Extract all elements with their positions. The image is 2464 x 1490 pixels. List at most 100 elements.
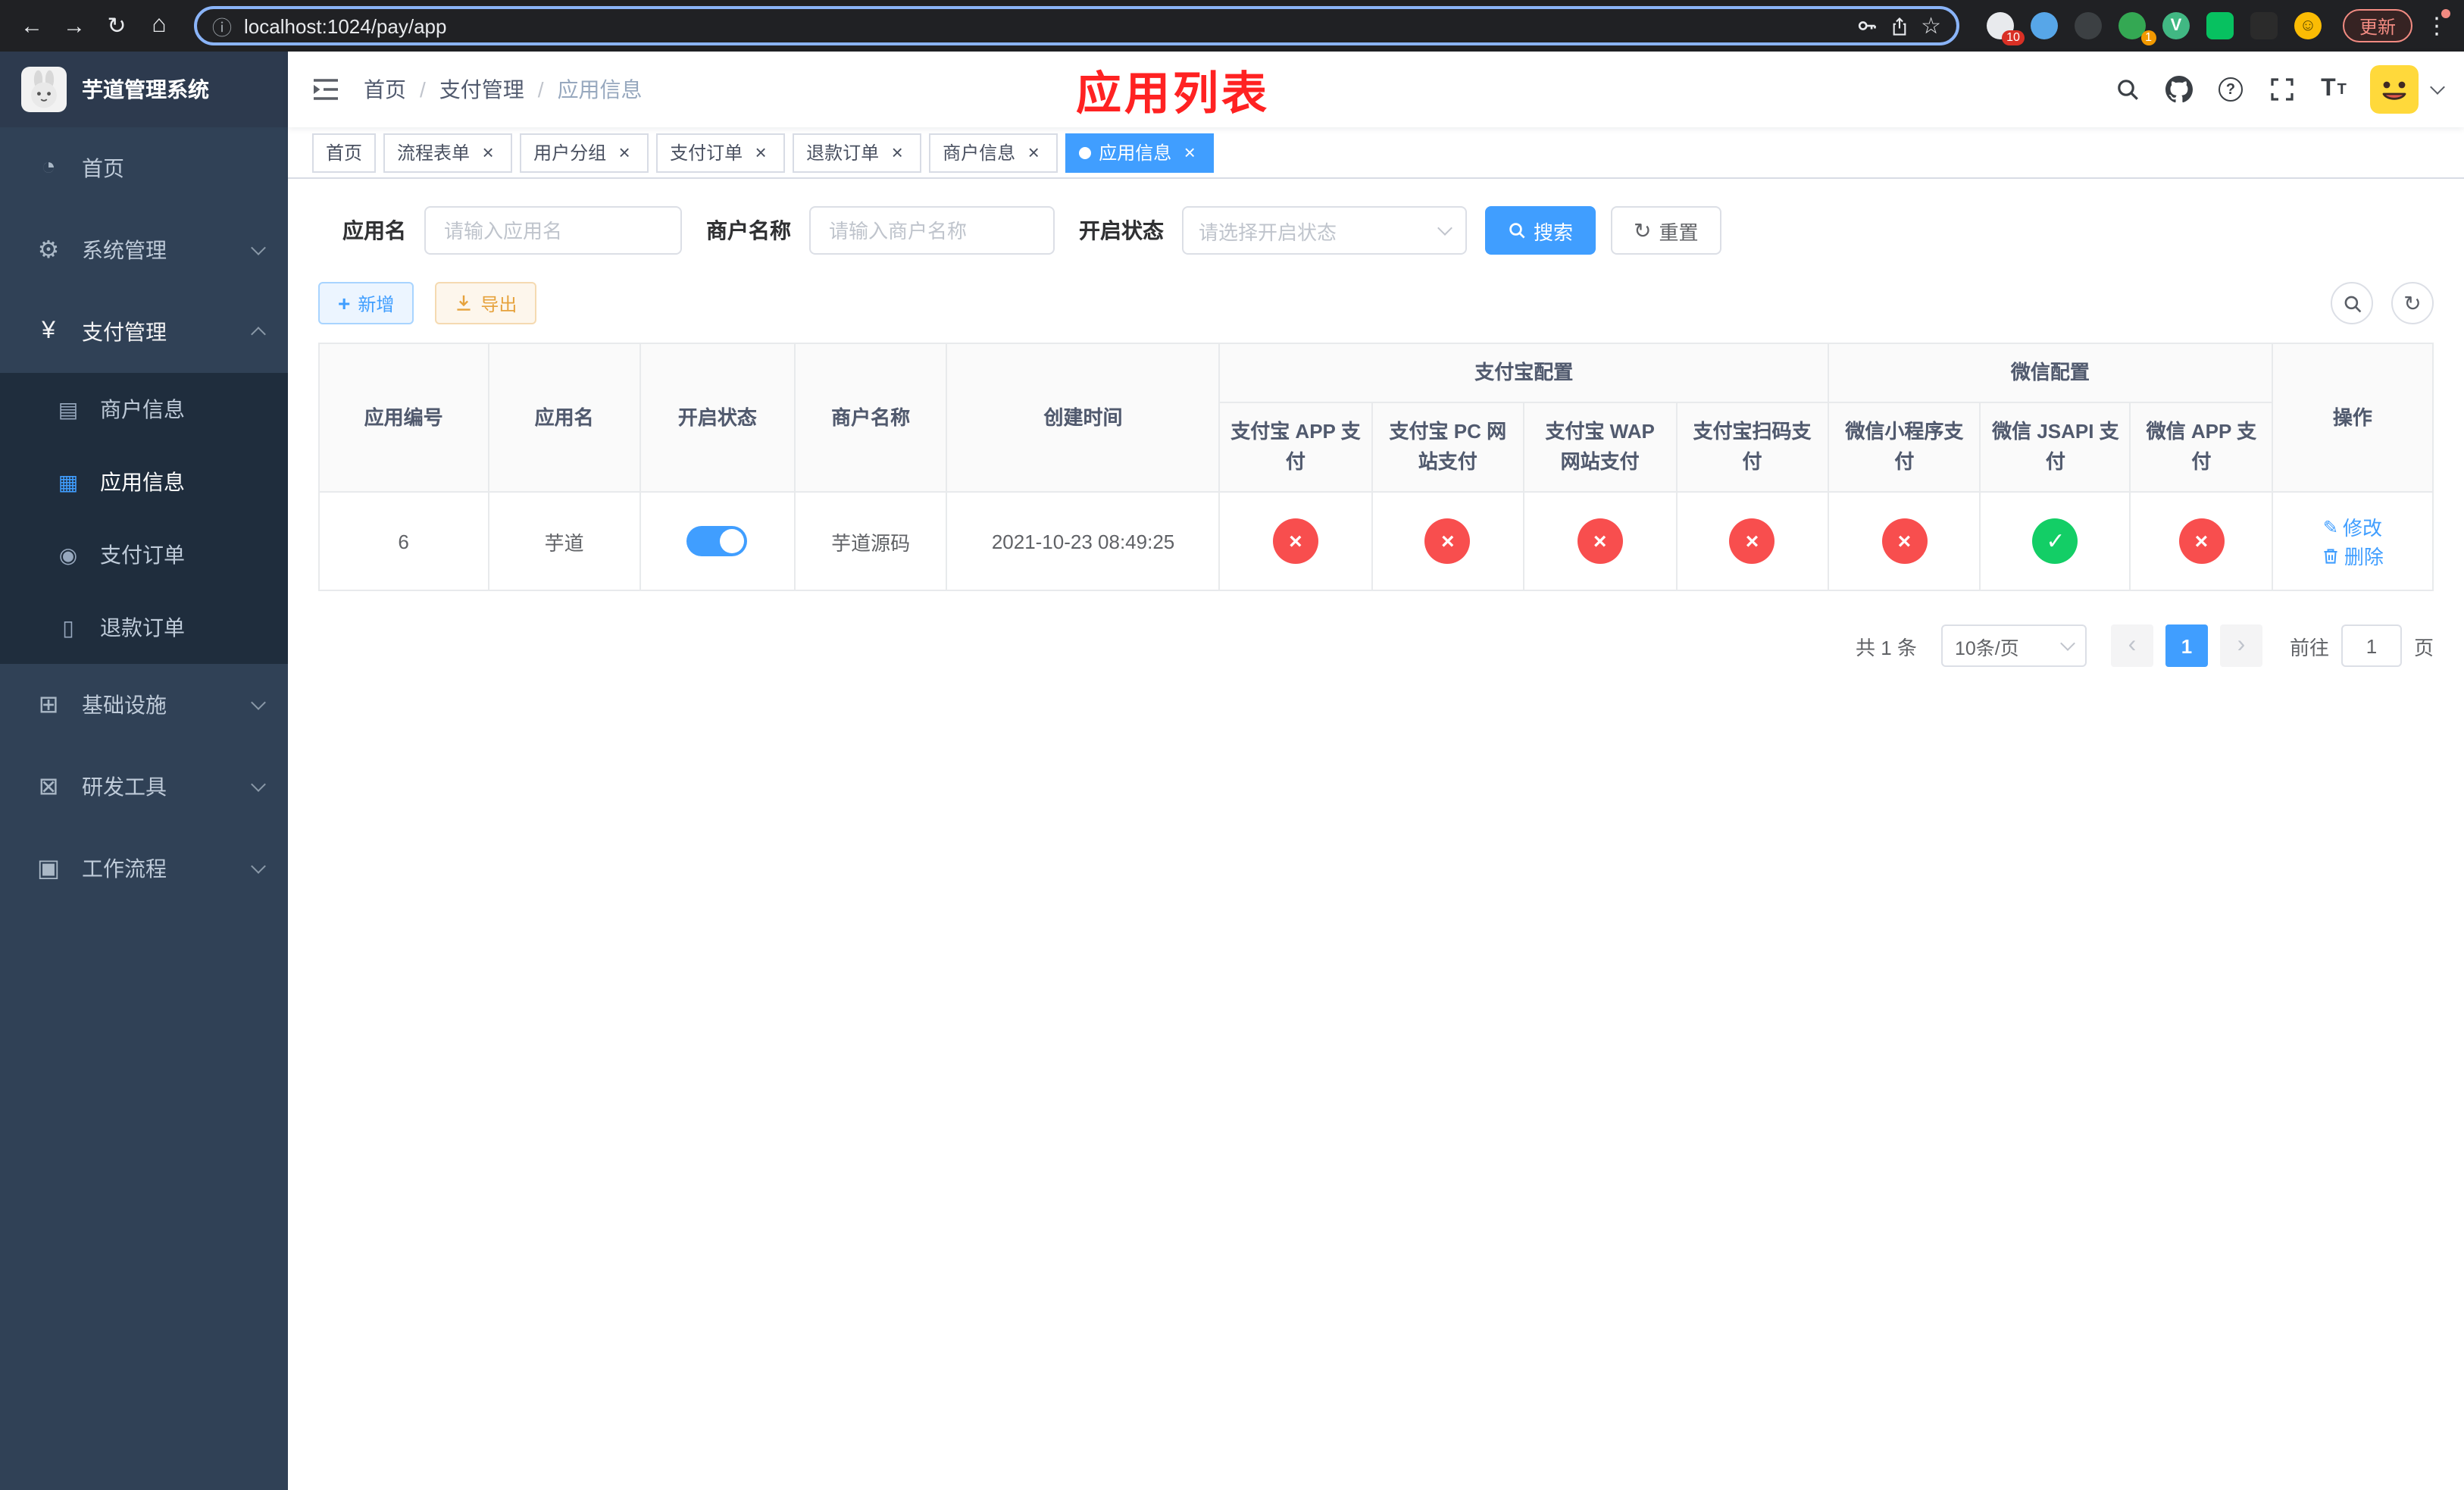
page-1-button[interactable]: 1 bbox=[2165, 624, 2208, 668]
close-icon[interactable] bbox=[886, 142, 908, 163]
tab-支付订单[interactable]: 支付订单 bbox=[656, 133, 786, 172]
tab-label: 支付订单 bbox=[670, 142, 743, 164]
user-avatar[interactable] bbox=[2370, 65, 2419, 114]
apps-table: 应用编号 应用名 开启状态 商户名称 创建时间 支付宝配置 微信配置 操作 支付宝 APP 支付… bbox=[318, 342, 2434, 592]
page-content: 应用名 商户名称 开启状态 请选择开启状态 搜索 重置 bbox=[288, 179, 2464, 1490]
page-size-select[interactable]: 10条/页 bbox=[1940, 624, 2087, 668]
tab-label: 应用信息 bbox=[1099, 142, 1172, 164]
toggle-search-button[interactable] bbox=[2331, 282, 2373, 324]
app-root: 芋道管理系统 ◔ 首页 ⚙ 系统管理 ¥ 支付管理 ▤ 商户信息 ▦ 应用信息 ◉ 支付订单 ▯ 退款订单… bbox=[0, 52, 2464, 1490]
breadcrumb-item: 应用信息 bbox=[557, 77, 643, 102]
export-button[interactable]: 导出 bbox=[435, 282, 537, 324]
tab-用户分组[interactable]: 用户分组 bbox=[520, 133, 649, 172]
group-header: 微信配置 bbox=[1828, 342, 2273, 404]
x-circle-icon bbox=[1881, 518, 1928, 565]
tab-首页[interactable]: 首页 bbox=[312, 133, 377, 172]
extension-badge: 10 bbox=[2002, 30, 2025, 45]
table-toolbar: 新增 导出 bbox=[318, 282, 2434, 324]
sidebar-menu: ◔ 首页 ⚙ 系统管理 ¥ 支付管理 ▤ 商户信息 ▦ 应用信息 ◉ 支付订单 ▯ 退款订单 ⊞ 基础设施 ⊠ 研… bbox=[0, 127, 288, 1490]
sidebar-item-商户信息[interactable]: ▤ 商户信息 bbox=[0, 373, 288, 446]
close-icon[interactable] bbox=[1179, 142, 1200, 163]
extension-icon[interactable]: 1 bbox=[2118, 12, 2156, 45]
browser-menu-icon[interactable] bbox=[2422, 9, 2452, 39]
x-circle-icon bbox=[1729, 518, 1775, 565]
browser-home-button[interactable] bbox=[139, 6, 179, 45]
password-key-icon[interactable] bbox=[1856, 15, 1877, 36]
help-icon[interactable] bbox=[2206, 65, 2255, 114]
prev-page-button[interactable] bbox=[2110, 624, 2153, 668]
goto-page-input[interactable] bbox=[2340, 624, 2402, 668]
sidebar-item-基础设施[interactable]: ⊞ 基础设施 bbox=[0, 664, 288, 746]
config-status-cell bbox=[2129, 491, 2273, 592]
delete-button-label: 删除 bbox=[2344, 546, 2384, 569]
table-toolbar-right bbox=[2331, 282, 2434, 324]
toggle-knob bbox=[720, 529, 745, 554]
browser-forward-button[interactable] bbox=[55, 6, 94, 45]
sidebar-item-首页[interactable]: ◔ 首页 bbox=[0, 127, 288, 209]
tab-商户信息[interactable]: 商户信息 bbox=[929, 133, 1058, 172]
refresh-table-button[interactable] bbox=[2391, 282, 2434, 324]
sidebar-item-退款订单[interactable]: ▯ 退款订单 bbox=[0, 591, 288, 664]
extension-icon[interactable]: 10 bbox=[1986, 12, 2025, 45]
tab-退款订单[interactable]: 退款订单 bbox=[793, 133, 922, 172]
sidebar-item-研发工具[interactable]: ⊠ 研发工具 bbox=[0, 746, 288, 828]
close-icon[interactable] bbox=[477, 142, 499, 163]
sidebar-item-支付管理[interactable]: ¥ 支付管理 bbox=[0, 291, 288, 373]
github-icon[interactable] bbox=[2155, 65, 2203, 114]
column-header: 支付宝扫码支付 bbox=[1675, 402, 1830, 493]
app-logo[interactable]: 芋道管理系统 bbox=[0, 52, 288, 127]
add-button-label: 新增 bbox=[358, 293, 395, 315]
breadcrumb-item[interactable]: 支付管理 bbox=[439, 74, 524, 105]
merchant-name-input[interactable] bbox=[809, 206, 1055, 255]
column-header: 操作 bbox=[2271, 342, 2434, 493]
sidebar-item-系统管理[interactable]: ⚙ 系统管理 bbox=[0, 209, 288, 291]
tab-label: 首页 bbox=[326, 142, 363, 164]
extension-icon[interactable] bbox=[2074, 12, 2102, 39]
tab-流程表单[interactable]: 流程表单 bbox=[383, 133, 513, 172]
site-info-icon[interactable] bbox=[212, 11, 232, 40]
close-icon[interactable] bbox=[750, 142, 771, 163]
browser-back-button[interactable] bbox=[12, 6, 52, 45]
url-text[interactable]: localhost:1024/pay/app bbox=[244, 14, 1843, 37]
status-select[interactable]: 请选择开启状态 bbox=[1182, 206, 1467, 255]
bookmark-star-icon[interactable] bbox=[1921, 12, 1941, 39]
reset-button[interactable]: 重置 bbox=[1611, 206, 1721, 255]
browser-reload-button[interactable] bbox=[97, 6, 136, 45]
share-icon[interactable] bbox=[1889, 16, 1909, 36]
extension-icon[interactable] bbox=[2030, 12, 2058, 39]
add-button[interactable]: 新增 bbox=[318, 282, 414, 324]
refresh-icon bbox=[1634, 218, 1651, 243]
app-name-input[interactable] bbox=[424, 206, 682, 255]
export-button-label: 导出 bbox=[480, 293, 518, 315]
plus-icon bbox=[338, 291, 350, 315]
extension-icon[interactable]: V bbox=[2162, 12, 2190, 39]
download-icon bbox=[457, 295, 471, 311]
extension-icon[interactable]: ☺ bbox=[2294, 12, 2322, 39]
browser-update-button[interactable]: 更新 bbox=[2342, 9, 2412, 42]
avatar-dropdown-icon[interactable] bbox=[2430, 80, 2445, 95]
sidebar-item-工作流程[interactable]: ▣ 工作流程 bbox=[0, 828, 288, 909]
close-icon[interactable] bbox=[1023, 142, 1044, 163]
sidebar-item-支付订单[interactable]: ◉ 支付订单 bbox=[0, 518, 288, 591]
sidebar-item-应用信息[interactable]: ▦ 应用信息 bbox=[0, 446, 288, 518]
extension-icon[interactable] bbox=[2250, 12, 2278, 39]
x-circle-icon bbox=[2178, 518, 2225, 565]
sidebar-toggle-button[interactable] bbox=[288, 52, 364, 127]
search-icon bbox=[1509, 223, 1525, 239]
delete-button[interactable]: 删除 bbox=[2322, 542, 2384, 571]
close-icon[interactable] bbox=[614, 142, 635, 163]
enable-toggle[interactable] bbox=[686, 526, 748, 557]
fullscreen-icon[interactable] bbox=[2258, 65, 2306, 114]
search-button[interactable]: 搜索 bbox=[1485, 206, 1596, 255]
config-status-cell bbox=[1827, 491, 1981, 592]
extension-icon[interactable] bbox=[2206, 12, 2234, 39]
edit-button[interactable]: 修改 bbox=[2323, 513, 2382, 542]
address-bar[interactable]: localhost:1024/pay/app bbox=[194, 6, 1959, 45]
breadcrumb-item[interactable]: 首页 bbox=[364, 74, 406, 105]
tab-label: 退款订单 bbox=[806, 142, 880, 164]
tab-应用信息[interactable]: 应用信息 bbox=[1065, 133, 1215, 172]
font-size-icon[interactable] bbox=[2309, 65, 2358, 114]
next-page-button[interactable] bbox=[2219, 624, 2262, 668]
header-search-icon[interactable] bbox=[2103, 65, 2152, 114]
workflow-icon: ▣ bbox=[36, 856, 61, 882]
